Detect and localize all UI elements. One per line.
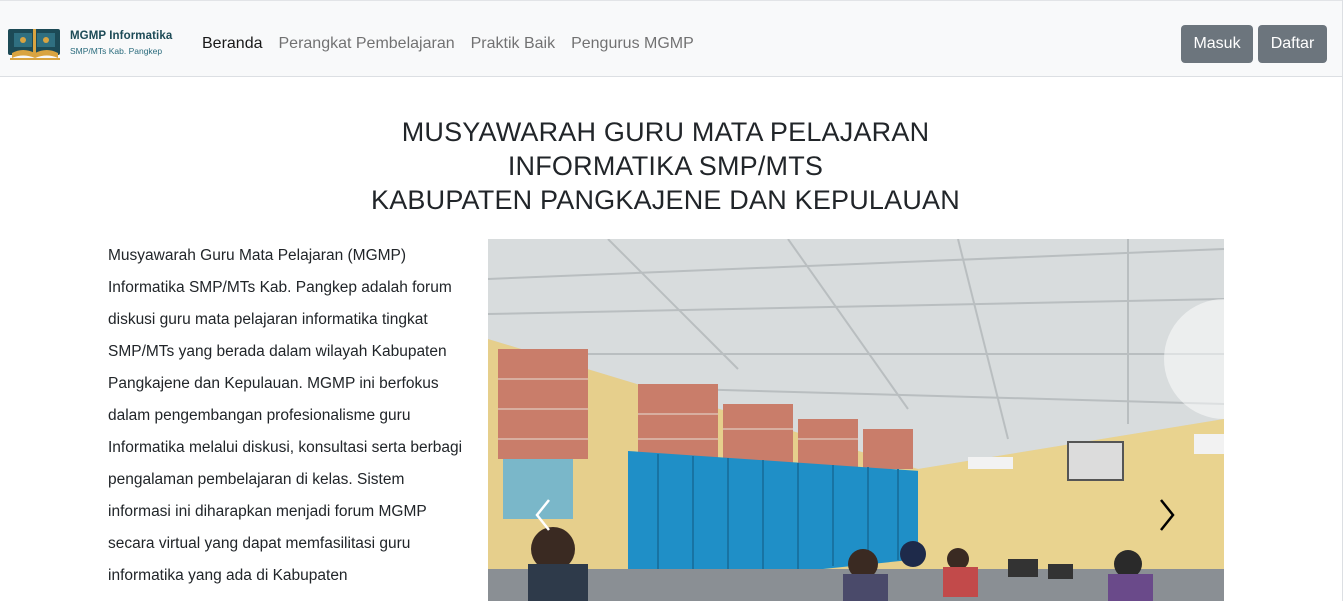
nav-links: Beranda Perangkat Pembelajaran Praktik B… bbox=[202, 35, 694, 53]
page-title: MUSYAWARAH GURU MATA PELAJARAN INFORMATI… bbox=[0, 115, 1331, 217]
classroom-photo bbox=[488, 239, 1224, 601]
page-title-line: MUSYAWARAH GURU MATA PELAJARAN bbox=[401, 117, 930, 147]
brand[interactable]: MGMP Informatika SMP/MTs Kab. Pangkep bbox=[6, 25, 178, 63]
book-logo-icon bbox=[8, 29, 60, 60]
carousel-slide[interactable] bbox=[488, 239, 1224, 601]
nav-perangkat-pembelajaran[interactable]: Perangkat Pembelajaran bbox=[279, 35, 455, 53]
brand-subtitle: SMP/MTs Kab. Pangkep bbox=[70, 46, 163, 56]
intro-paragraph: Musyawarah Guru Mata Pelajaran (MGMP) In… bbox=[108, 247, 463, 584]
register-button[interactable]: Daftar bbox=[1258, 25, 1327, 63]
chevron-left-icon[interactable] bbox=[528, 494, 558, 536]
login-button[interactable]: Masuk bbox=[1181, 25, 1253, 63]
nav-pengurus-mgmp[interactable]: Pengurus MGMP bbox=[571, 35, 694, 53]
nav-beranda[interactable]: Beranda bbox=[202, 35, 263, 53]
chevron-right-icon[interactable] bbox=[1152, 494, 1182, 536]
nav-praktik-baik[interactable]: Praktik Baik bbox=[471, 35, 555, 53]
page-title-line: KABUPATEN PANGKAJENE DAN KEPULAUAN bbox=[371, 185, 960, 215]
page-title-line: INFORMATIKA SMP/MTS bbox=[507, 151, 824, 181]
navbar: MGMP Informatika SMP/MTs Kab. Pangkep Be… bbox=[0, 0, 1343, 77]
brand-title: MGMP Informatika bbox=[70, 30, 173, 42]
